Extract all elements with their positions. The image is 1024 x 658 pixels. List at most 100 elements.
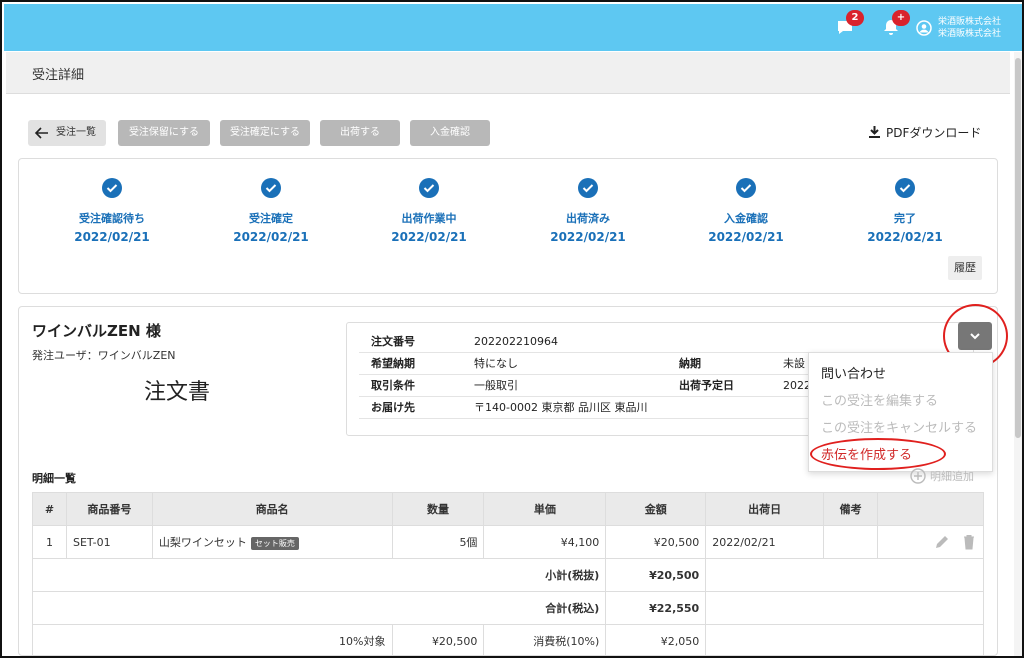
document-title: 注文書 (144, 380, 211, 405)
app-window: 2 + 栄酒販株式会社 栄酒販株式会社 受注詳細 受注一覧 受注保留にする 受注… (0, 0, 1024, 658)
scrollbar-thumb[interactable] (1015, 58, 1021, 438)
bell-icon[interactable]: + (882, 10, 910, 36)
total-value: ¥22,550 (605, 591, 707, 625)
step-1: 受注確認待ち 2022/02/21 (52, 177, 172, 244)
cell-note (823, 525, 879, 559)
top-bar: 2 + 栄酒販株式会社 栄酒販株式会社 (4, 4, 1022, 51)
info-value: 一般取引 (474, 379, 518, 392)
tax-target-label: 10%対象 (32, 624, 393, 656)
cell-no: 1 (32, 525, 67, 559)
info-key: 注文番号 (371, 335, 415, 348)
pencil-icon[interactable] (934, 534, 950, 550)
cell-qty: 5個 (391, 525, 485, 559)
step-label: 入金確認 (724, 212, 768, 225)
step-4: 出荷済み 2022/02/21 (528, 177, 648, 244)
download-icon (869, 126, 880, 138)
menu-item-cancel[interactable]: この受注をキャンセルする (821, 417, 977, 436)
info-row: 注文番号 202202210964 (359, 331, 969, 353)
company-name[interactable]: 栄酒販株式会社 栄酒販株式会社 (938, 16, 1001, 40)
info-value: 〒140-0002 東京都 品川区 東品川 (474, 401, 648, 414)
cell-actions (877, 525, 984, 559)
empty-cell (705, 558, 984, 592)
step-6: 完了 2022/02/21 (845, 177, 965, 244)
table-row: 1 SET-01 山梨ワインセット セット販売 5個 ¥4,100 ¥20,500… (32, 525, 984, 559)
add-line-label: 明細追加 (930, 470, 974, 483)
info-value: 202202210964 (474, 335, 558, 348)
check-circle-icon (578, 178, 598, 198)
page-title: 受注詳細 (32, 68, 85, 83)
step-label: 受注確認待ち (79, 212, 145, 225)
status-progress: 受注確認待ち 2022/02/21 受注確定 2022/02/21 出荷作業中 … (18, 158, 998, 294)
hold-order-button[interactable]: 受注保留にする (118, 120, 210, 146)
subtotal-label: 小計(税抜) (31, 558, 607, 592)
tax-row: 10%対象 ¥20,500 消費税(10%) ¥2,050 (32, 624, 984, 656)
confirm-order-button[interactable]: 受注確定にする (220, 120, 310, 146)
column-header: 出荷日 (705, 492, 825, 526)
trash-icon[interactable] (961, 534, 977, 550)
payment-confirm-button[interactable]: 入金確認 (410, 120, 490, 146)
column-header: 備考 (823, 492, 879, 526)
step-label: 出荷済み (566, 212, 610, 225)
column-header: 単価 (483, 492, 607, 526)
step-date: 2022/02/21 (74, 230, 150, 244)
arrow-left-icon (34, 127, 48, 139)
menu-item-inquiry[interactable]: 問い合わせ (821, 363, 886, 382)
column-header: 数量 (391, 492, 485, 526)
menu-item-edit[interactable]: この受注を編集する (821, 390, 938, 409)
cell-name: 山梨ワインセット セット販売 (151, 525, 393, 559)
step-date: 2022/02/21 (867, 230, 943, 244)
info-key: 希望納期 (371, 357, 415, 370)
check-circle-icon (419, 178, 439, 198)
total-label: 合計(税込) (31, 591, 607, 625)
user-icon[interactable] (916, 20, 932, 36)
pdf-label: PDFダウンロード (886, 126, 982, 140)
check-circle-icon (261, 178, 281, 198)
info-key: 納期 (679, 357, 701, 370)
set-sale-tag: セット販売 (250, 536, 299, 550)
details-table: # 商品番号 商品名 数量 単価 金額 出荷日 備考 1 SET-01 山梨ワイ… (31, 492, 984, 656)
pdf-download-link[interactable]: PDFダウンロード (868, 124, 981, 141)
info-value: 特になし (474, 357, 518, 370)
step-date: 2022/02/21 (391, 230, 467, 244)
messages-icon[interactable]: 2 (836, 10, 864, 36)
column-header: 商品番号 (65, 492, 153, 526)
info-key: 出荷予定日 (679, 379, 734, 392)
column-header: # (32, 492, 67, 526)
ship-button[interactable]: 出荷する (320, 120, 400, 146)
column-header: 金額 (605, 492, 707, 526)
page-header: 受注詳細 (6, 52, 1010, 94)
order-user: 発注ユーザ：ワインバルZEN (32, 349, 176, 362)
step-3: 出荷作業中 2022/02/21 (369, 177, 489, 244)
info-key: お届け先 (371, 401, 415, 414)
check-circle-icon (895, 178, 915, 198)
product-name: 山梨ワインセット (158, 536, 247, 549)
company-line-1: 栄酒販株式会社 (938, 17, 1002, 27)
step-date: 2022/02/21 (550, 230, 626, 244)
cell-code: SET-01 (65, 525, 153, 559)
info-key: 取引条件 (371, 379, 415, 392)
check-circle-icon (736, 178, 756, 198)
tax-label: 消費税(10%) (483, 624, 607, 656)
step-label: 出荷作業中 (401, 212, 457, 225)
highlight-circle (810, 438, 946, 470)
step-label: 受注確定 (249, 212, 293, 225)
step-label: 完了 (894, 212, 916, 225)
back-to-list-button[interactable]: 受注一覧 (28, 120, 106, 146)
cell-ship-date: 2022/02/21 (705, 525, 825, 559)
company-line-2: 栄酒販株式会社 (938, 29, 1002, 39)
back-label: 受注一覧 (56, 127, 96, 138)
add-line-button[interactable]: 明細追加 (910, 468, 974, 484)
info-value: 未設 (783, 357, 805, 370)
messages-badge: 2 (846, 10, 864, 26)
column-header: 商品名 (151, 492, 393, 526)
empty-cell (705, 591, 984, 625)
history-button[interactable]: 履歴 (948, 256, 982, 280)
scrollbar[interactable] (1014, 52, 1022, 656)
table-header-row: # 商品番号 商品名 数量 単価 金額 出荷日 備考 (32, 492, 984, 526)
plus-circle-icon (910, 468, 926, 484)
step-date: 2022/02/21 (708, 230, 784, 244)
subtotal-value: ¥20,500 (605, 558, 707, 592)
info-value: 2022 (783, 379, 811, 392)
customer-name: ワインバルZEN 様 (32, 322, 161, 340)
total-row: 合計(税込) ¥22,550 (31, 591, 984, 625)
